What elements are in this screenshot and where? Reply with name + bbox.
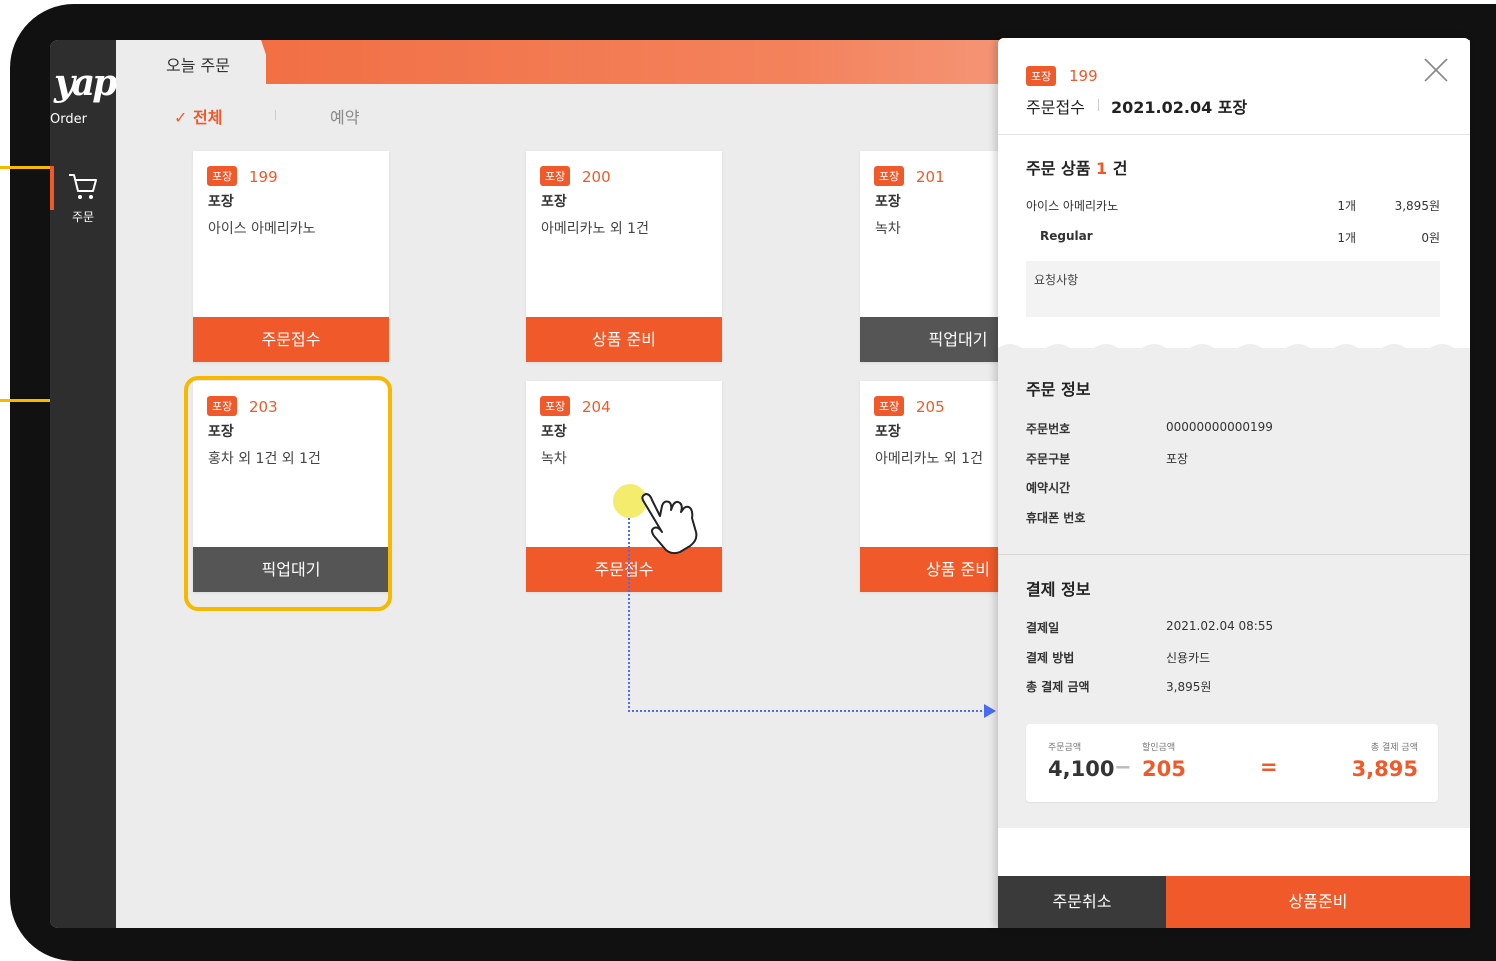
discount-amount: 205 [1142,757,1186,781]
sidebar: yap Order 주문 [50,40,117,928]
order-type: 포장 [541,424,567,440]
detail-header: 포장 199 주문접수 2021.02.04 포장 [998,38,1470,135]
order-tag: 포장 [874,396,905,416]
close-icon[interactable] [1422,56,1450,84]
total-label: 총 결제 금액 [1370,743,1418,753]
order-detail-panel: 포장 199 주문접수 2021.02.04 포장 주문 상품 1 건 아이스 … [998,38,1470,928]
arrow-icon [984,704,996,718]
product-qty: 1개 [1337,231,1356,245]
detail-date-type: 2021.02.04 포장 [1111,98,1248,117]
product-option-row: Regular 1개 0원 [1026,229,1440,245]
order-info-title: 주문 정보 [1026,380,1091,399]
products-section: 주문 상품 1 건 아이스 아메리카노 1개 3,895원 Regular 1개… [998,135,1470,355]
logo-sub: Order [50,112,87,127]
logo-mark: yap [54,62,117,104]
info-key: 휴대폰 번호 [1026,511,1086,525]
order-item: 아메리카노 외 1건 [875,451,983,467]
info-key: 주문번호 [1026,422,1071,436]
payment-key: 총 결제 금액 [1026,680,1090,694]
product-price: 0원 [1421,231,1440,245]
panel-footer-space [998,828,1470,876]
products-count: 1 [1096,159,1108,178]
order-type: 포장 [541,194,567,210]
prepare-product-button[interactable]: 상품준비 [1166,876,1470,928]
order-status-button[interactable]: 상품 준비 [526,317,722,362]
detail-order-number: 199 [1069,67,1098,85]
order-tag: 포장 [207,166,238,186]
order-card[interactable]: 포장 200 포장 아메리카노 외 1건 상품 준비 [526,151,722,362]
order-number: 204 [582,398,611,416]
order-item: 녹차 [875,221,901,237]
tab-title-label: 오늘 주문 [166,56,230,75]
order-item: 아메리카노 외 1건 [541,221,649,237]
order-tag: 포장 [540,166,571,186]
payment-value: 2021.02.04 08:55 [1166,619,1274,633]
order-tag: 포장 [874,166,905,186]
product-qty: 1개 [1337,199,1356,213]
request-box: 요청사항 [1026,261,1440,317]
payment-value: 신용카드 [1166,651,1211,665]
info-value: 00000000000199 [1166,420,1273,434]
info-value: 포장 [1166,452,1189,466]
wavy-edge [998,344,1470,356]
info-key: 예약시간 [1026,481,1071,495]
order-tag: 포장 [540,396,571,416]
order-type: 포장 [875,194,901,210]
header-divider [1098,99,1099,111]
detail-status: 주문접수 [1026,98,1085,117]
payment-title: 결제 정보 [1026,580,1091,599]
order-status-button[interactable]: 주문접수 [193,317,389,362]
filter-reserve[interactable]: 예약 [330,104,359,128]
equals-sign: = [1260,755,1278,779]
total-amount: 3,895 [1351,757,1418,781]
order-number: 200 [582,168,611,186]
request-label: 요청사항 [1034,273,1079,287]
order-number: 201 [916,168,945,186]
filter-all[interactable]: ✓ 전체 [174,104,222,128]
section-divider [998,554,1470,555]
discount-label: 할인금액 [1142,743,1176,753]
app-logo: yap Order [50,62,117,132]
order-type: 포장 [875,424,901,440]
order-item: 아이스 아메리카노 [208,221,316,237]
sidebar-item-label: 주문 [71,210,95,224]
payment-key: 결제일 [1026,621,1060,635]
product-name: 아이스 아메리카노 [1026,199,1119,213]
cancel-order-button[interactable]: 주문취소 [998,876,1166,928]
filter-divider [275,110,276,120]
product-option-name: Regular [1040,229,1093,243]
highlight-outline [184,376,392,611]
order-amount: 4,100 [1048,757,1115,781]
order-amount-label: 주문금액 [1048,743,1082,753]
cart-icon [69,174,97,199]
order-card[interactable]: 포장 199 포장 아이스 아메리카노 주문접수 [193,151,389,362]
order-number: 205 [916,398,945,416]
product-price: 3,895원 [1394,199,1440,213]
products-title: 주문 상품 1 건 [1026,159,1128,178]
minus-sign: − [1114,755,1132,779]
hand-pointer-icon [641,493,698,555]
order-type: 포장 [208,194,234,210]
payment-summary: 주문금액 4,100 − 할인금액 205 = 총 결제 금액 3,895 [1026,724,1438,802]
order-number: 199 [249,168,278,186]
active-indicator [50,166,54,210]
order-item: 녹차 [541,451,567,467]
payment-value: 3,895원 [1166,680,1212,694]
tab-today-orders[interactable]: 오늘 주문 [116,40,266,84]
detail-tag: 포장 [1026,66,1057,86]
info-key: 주문구분 [1026,452,1071,466]
payment-key: 결제 방법 [1026,651,1075,665]
sidebar-item-order[interactable]: 주문 [50,166,116,226]
product-row: 아이스 아메리카노 1개 3,895원 [1026,197,1440,214]
